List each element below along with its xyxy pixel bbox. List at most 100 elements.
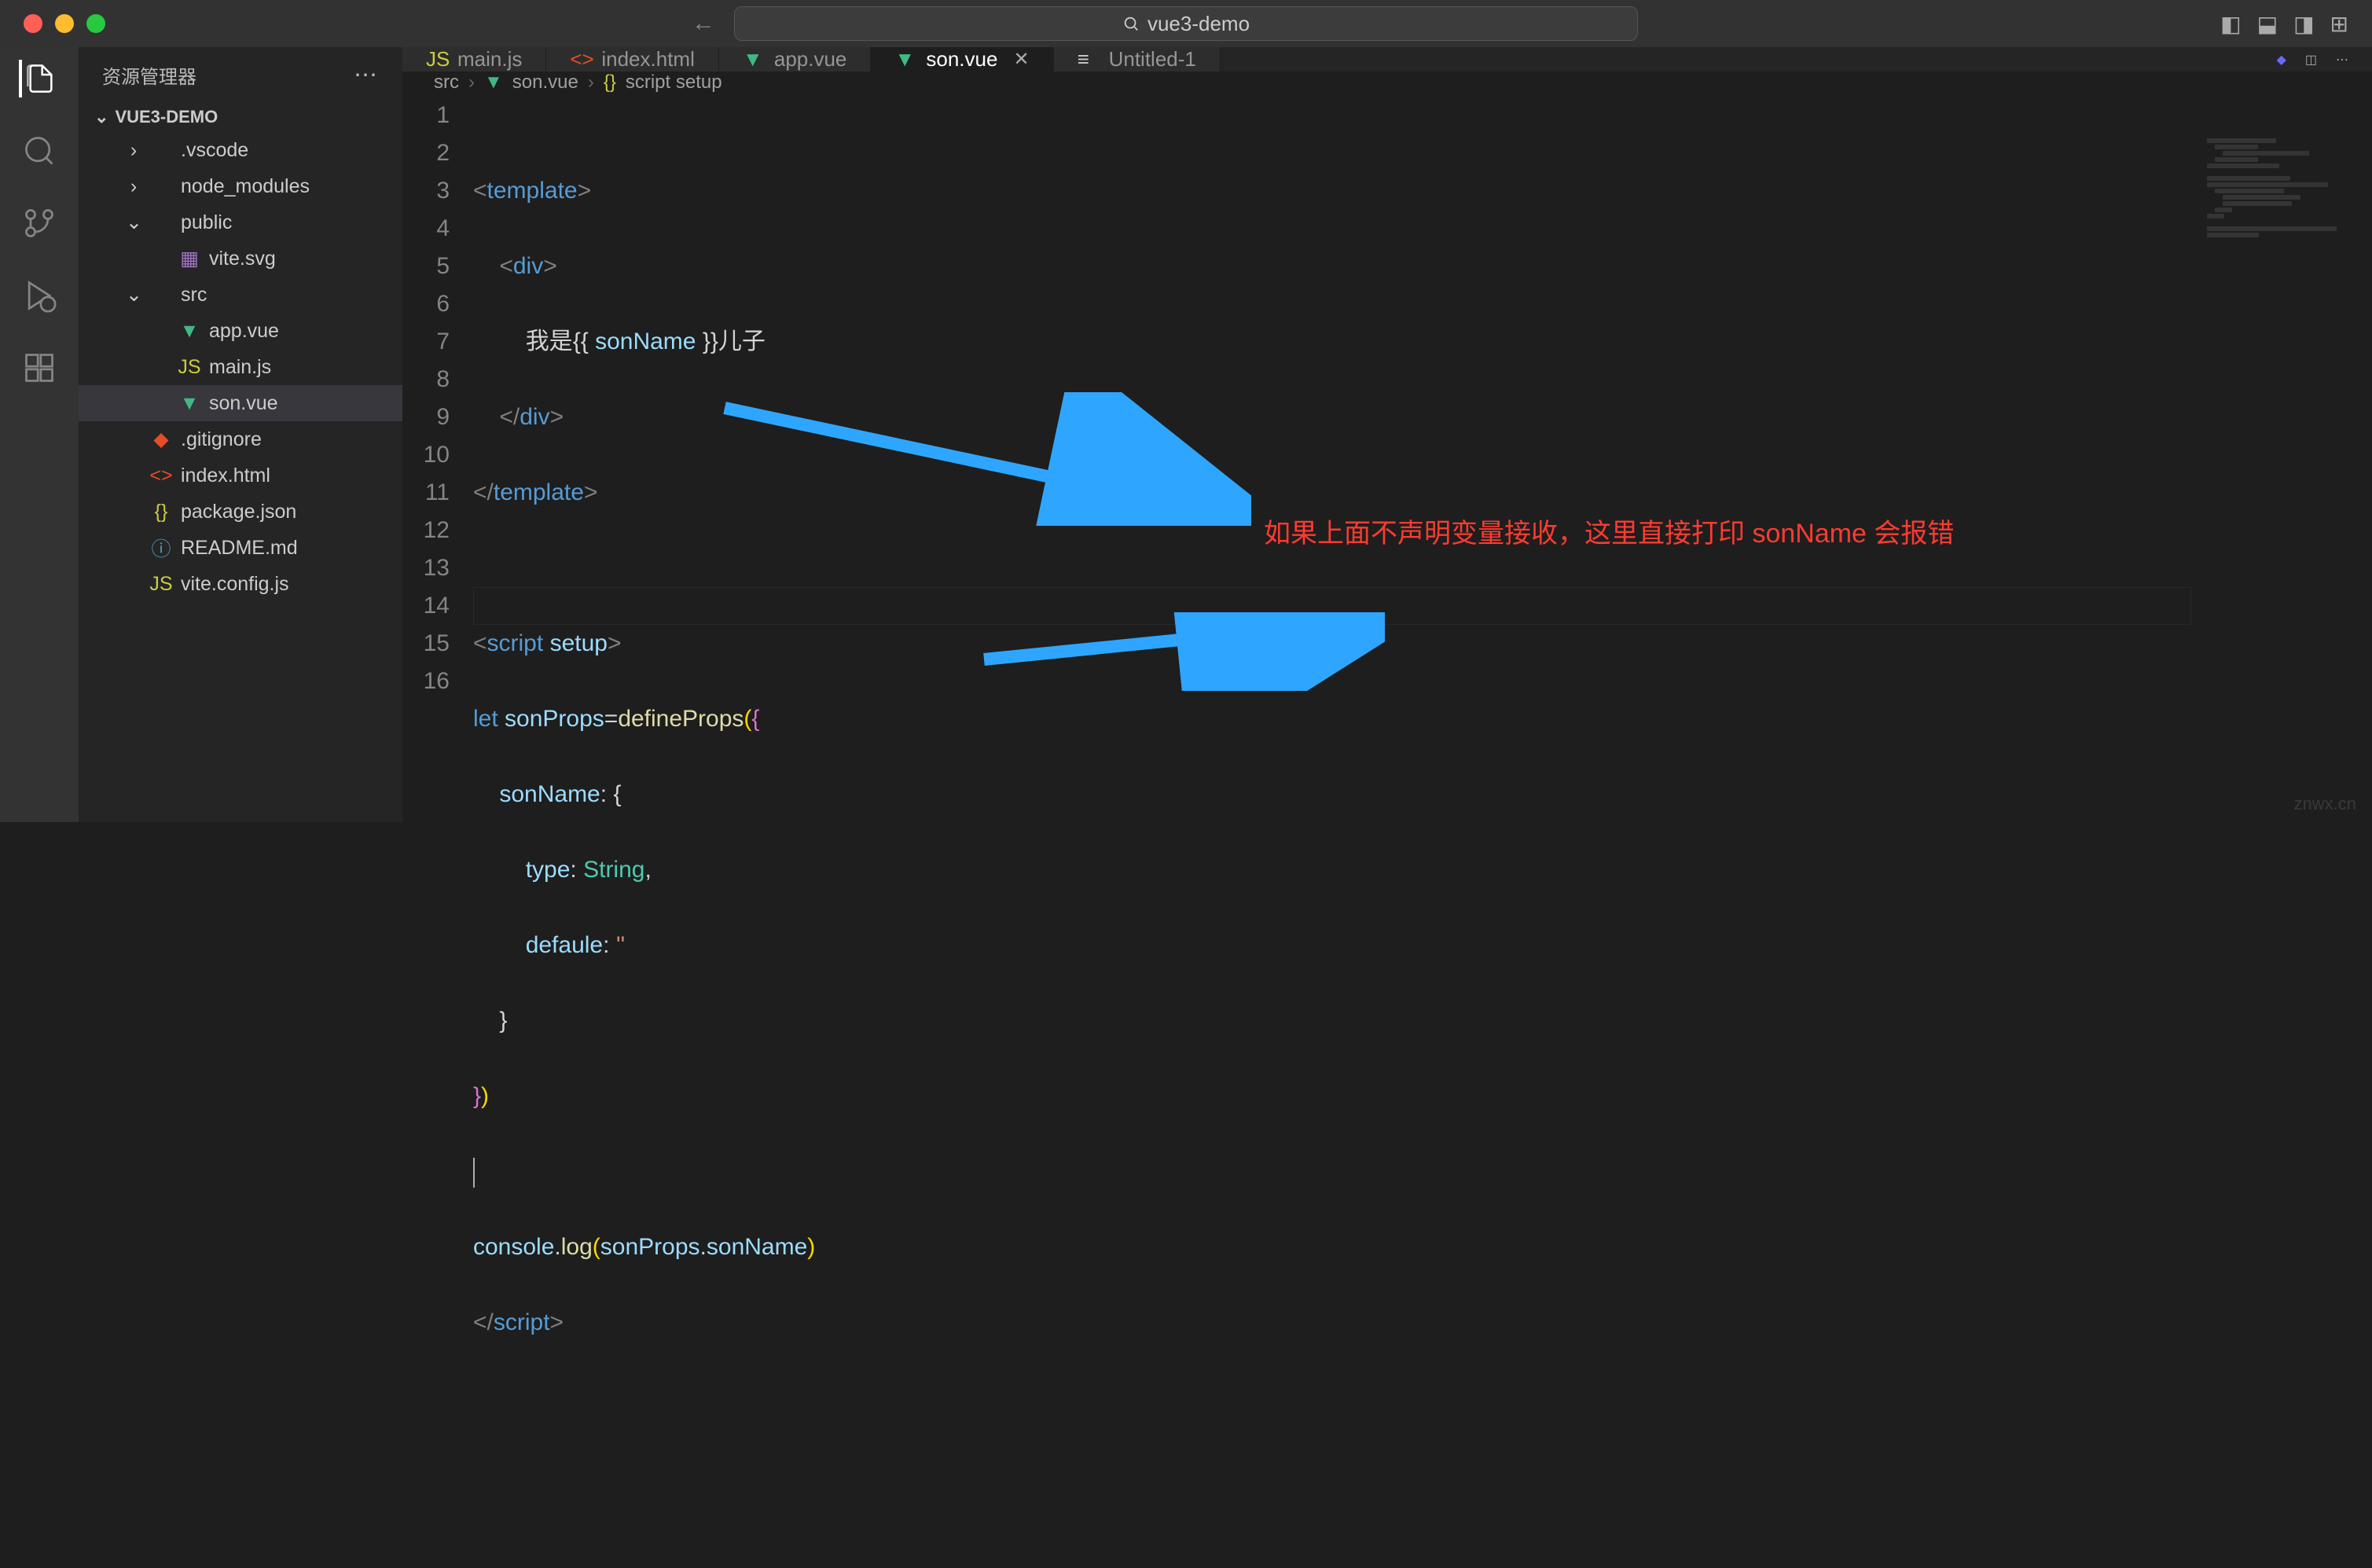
toggle-primary-sidebar-icon[interactable]: ◧ xyxy=(2220,11,2241,37)
folder-item[interactable]: ›.vscode xyxy=(79,132,402,168)
annotation-text: 如果上面不声明变量接收，这里直接打印 sonName 会报错 xyxy=(1264,515,1954,553)
line-number: 1 xyxy=(402,97,450,134)
html-icon: <> xyxy=(149,465,173,487)
tab-label: app.vue xyxy=(774,47,847,72)
explorer-sidebar: 资源管理器 ⋯ ⌄ VUE3-DEMO ›.vscode›node_module… xyxy=(79,47,402,822)
editor-tab[interactable]: <>index.html xyxy=(546,47,719,72)
command-center[interactable]: vue3-demo xyxy=(734,6,1638,41)
line-number: 11 xyxy=(402,474,450,512)
line-number: 16 xyxy=(402,663,450,700)
extensions-icon[interactable] xyxy=(20,349,58,387)
line-number: 15 xyxy=(402,625,450,663)
file-icon: ≡ xyxy=(1078,47,1098,72)
chevron-right-icon: › xyxy=(588,72,594,94)
tab-label: son.vue xyxy=(926,47,997,72)
maximize-window-button[interactable] xyxy=(86,14,105,33)
file-item[interactable]: JS main.js xyxy=(79,349,402,385)
tab-label: main.js xyxy=(457,47,522,72)
line-number: 7 xyxy=(402,323,450,361)
file-label: .vscode xyxy=(181,139,248,162)
chevron-icon: ⌄ xyxy=(126,283,141,307)
file-label: son.vue xyxy=(209,392,278,415)
split-editor-icon[interactable]: ◫ xyxy=(2305,52,2317,68)
chevron-right-icon: › xyxy=(468,72,475,94)
file-label: README.md xyxy=(181,537,298,560)
editor-tabs: JSmain.js<>index.html ▼ app.vue ▼ son.vue ✕ ≡U… xyxy=(402,47,2372,72)
js-icon: JS xyxy=(149,573,173,596)
file-item[interactable]: ▼app.vue xyxy=(79,313,402,349)
watermark: znwx.cn xyxy=(2294,794,2356,814)
file-label: main.js xyxy=(209,356,271,379)
code-content[interactable]: <template> <div> 我是{{ sonName }}儿子 </div… xyxy=(473,94,2372,1568)
line-number: 10 xyxy=(402,436,450,474)
minimize-window-button[interactable] xyxy=(55,14,74,33)
tab-actions: ◆ ◫ ⋯ xyxy=(2277,47,2372,72)
line-number: 9 xyxy=(402,398,450,436)
breadcrumb-item[interactable]: son.vue xyxy=(512,72,578,94)
folder-item[interactable]: ⌄public xyxy=(79,204,402,241)
search-text: vue3-demo xyxy=(1147,12,1250,36)
vue-icon: ▼ xyxy=(743,47,763,72)
window-controls xyxy=(24,14,105,33)
vue-icon: ▼ xyxy=(484,72,503,94)
vite-icon[interactable]: ◆ xyxy=(2277,52,2286,68)
line-number: 5 xyxy=(402,248,450,285)
folder-item[interactable]: ⌄src xyxy=(79,277,402,313)
source-control-icon[interactable] xyxy=(20,204,58,242)
file-item[interactable]: <> index.html xyxy=(79,457,402,494)
file-label: vite.svg xyxy=(209,248,276,270)
editor-tab[interactable]: JSmain.js xyxy=(402,47,546,72)
file-label: package.json xyxy=(181,501,296,523)
customize-layout-icon[interactable]: ⊞ xyxy=(2330,11,2348,37)
file-item[interactable]: JSvite.config.js xyxy=(79,566,402,602)
line-number-gutter: 12345678910111213141516 xyxy=(402,94,473,1568)
toggle-secondary-sidebar-icon[interactable]: ◨ xyxy=(2293,11,2314,37)
file-label: index.html xyxy=(181,465,270,487)
more-actions-icon[interactable]: ⋯ xyxy=(2336,52,2348,68)
explorer-icon[interactable] xyxy=(19,60,57,97)
editor-tab[interactable]: ▼ app.vue xyxy=(719,47,872,72)
file-item[interactable]: ⓘREADME.md xyxy=(79,530,402,566)
project-header[interactable]: ⌄ VUE3-DEMO xyxy=(79,102,402,132)
sidebar-more-icon[interactable]: ⋯ xyxy=(354,61,379,89)
layout-controls: ◧ ⬓ ◨ ⊞ xyxy=(2220,11,2348,37)
chevron-down-icon: ⌄ xyxy=(94,107,108,127)
close-window-button[interactable] xyxy=(24,14,42,33)
folder-item[interactable]: ›node_modules xyxy=(79,168,402,204)
activity-bar xyxy=(0,47,79,822)
line-number: 4 xyxy=(402,210,450,248)
code-editor[interactable]: 12345678910111213141516 <template> <div>… xyxy=(402,94,2372,1568)
project-name: VUE3-DEMO xyxy=(115,107,218,127)
nav-back-button[interactable]: ← xyxy=(692,10,715,37)
toggle-panel-icon[interactable]: ⬓ xyxy=(2257,11,2278,37)
git-icon: ◆ xyxy=(149,428,173,451)
chevron-icon: ⌄ xyxy=(126,211,141,234)
close-tab-icon[interactable]: ✕ xyxy=(1013,48,1029,71)
breadcrumb-item[interactable]: src xyxy=(434,72,459,94)
chevron-icon: › xyxy=(126,175,141,198)
vue-icon: ▼ xyxy=(894,47,915,72)
js-icon: JS xyxy=(178,356,201,379)
vue-icon: ▼ xyxy=(178,392,201,415)
minimap[interactable] xyxy=(2199,137,2372,687)
file-item[interactable]: ▼ son.vue xyxy=(79,385,402,421)
file-item[interactable]: ◆ .gitignore xyxy=(79,421,402,457)
file-label: app.vue xyxy=(209,320,279,343)
tab-label: index.html xyxy=(601,47,695,72)
editor-tab[interactable]: ▼ son.vue ✕ xyxy=(871,47,1053,72)
line-number: 8 xyxy=(402,361,450,398)
file-label: .gitignore xyxy=(181,428,262,451)
run-debug-icon[interactable] xyxy=(20,277,58,314)
editor-group: JSmain.js<>index.html ▼ app.vue ▼ son.vue ✕ ≡U… xyxy=(402,47,2372,822)
file-item[interactable]: {}package.json xyxy=(79,494,402,530)
editor-tab[interactable]: ≡Untitled-1 xyxy=(1054,47,1221,72)
file-item[interactable]: ▦vite.svg xyxy=(79,241,402,277)
search-icon[interactable] xyxy=(20,132,58,170)
line-number: 13 xyxy=(402,549,450,587)
titlebar: ← → vue3-demo ◧ ⬓ ◨ ⊞ xyxy=(0,0,2372,47)
sidebar-title: 资源管理器 xyxy=(102,61,196,89)
search-icon xyxy=(1122,15,1140,32)
breadcrumb-item[interactable]: script setup xyxy=(626,72,722,94)
breadcrumbs[interactable]: src › ▼ son.vue › {} script setup xyxy=(402,72,2372,94)
line-number: 12 xyxy=(402,512,450,549)
